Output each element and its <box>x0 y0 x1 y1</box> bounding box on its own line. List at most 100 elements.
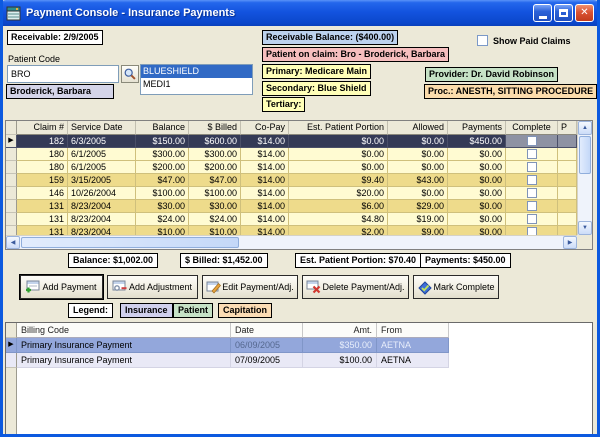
maximize-icon <box>559 9 568 17</box>
patient-code-input[interactable] <box>7 65 119 83</box>
titlebar[interactable]: Payment Console - Insurance Payments ✕ <box>0 0 600 26</box>
column-header-service-date[interactable]: Service Date <box>68 121 136 135</box>
cell-p <box>558 226 577 235</box>
complete-checkbox[interactable] <box>527 175 537 185</box>
claims-row[interactable]: 1806/1/2005$200.00$200.00$14.00$0.00$0.0… <box>6 161 592 174</box>
claims-row[interactable]: 1318/23/2004$10.00$10.00$14.00$2.00$9.00… <box>6 226 592 235</box>
cell-copay: $14.00 <box>241 174 289 187</box>
client-area: Receivable: 2/9/2005 Patient Code Broder… <box>3 26 597 434</box>
date-header[interactable]: Date <box>231 323 303 338</box>
cell-est: $0.00 <box>289 148 388 161</box>
show-paid-claims-checkbox[interactable] <box>477 35 488 46</box>
search-icon <box>123 67 137 81</box>
cell-balance: $30.00 <box>136 200 189 213</box>
insurance-listbox[interactable]: BLUESHIELDMEDI1 <box>140 64 253 95</box>
minimize-button[interactable] <box>533 4 552 22</box>
cell-complete <box>506 148 558 161</box>
row-selector <box>6 174 17 187</box>
patient-search-button[interactable] <box>121 65 139 83</box>
payments-table-header: Billing Code Date Amt. From <box>6 323 592 338</box>
cell-copay: $14.00 <box>241 135 289 148</box>
complete-checkbox[interactable] <box>527 149 537 159</box>
procedure-box: Proc.: ANESTH, SITTING PROCEDURE <box>424 84 597 99</box>
add-payment-button[interactable]: Add Payment <box>20 275 103 299</box>
payment-row[interactable]: ▶ Primary Insurance Payment 06/09/2005 $… <box>6 338 592 353</box>
cell-date: 6/3/2005 <box>68 135 136 148</box>
column-header-claim-[interactable]: Claim # <box>17 121 68 135</box>
cell-balance: $47.00 <box>136 174 189 187</box>
from-header[interactable]: From <box>377 323 449 338</box>
tertiary-insurance-box: Tertiary: <box>262 97 305 112</box>
row-selector <box>6 161 17 174</box>
edit-payment-button[interactable]: Edit Payment/Adj. <box>202 275 298 299</box>
maximize-button[interactable] <box>554 4 573 22</box>
patient-on-claim-box: Patient on claim: Bro - Broderick, Barba… <box>262 47 449 62</box>
scroll-left-button[interactable]: ◀ <box>6 236 20 249</box>
column-header--billed[interactable]: $ Billed <box>189 121 241 135</box>
claims-grid-body: ▶1826/3/2005$150.00$600.00$14.00$0.00$0.… <box>6 135 592 235</box>
claims-grid: Claim #Service DateBalance$ BilledCo-Pay… <box>5 120 593 250</box>
scroll-down-button[interactable]: ▼ <box>578 221 592 235</box>
complete-checkbox[interactable] <box>527 188 537 198</box>
cell-date: 6/1/2005 <box>68 148 136 161</box>
vertical-scroll-thumb[interactable] <box>579 136 591 174</box>
row-selector-header <box>6 323 17 338</box>
billing-code-header[interactable]: Billing Code <box>17 323 231 338</box>
cell-est: $0.00 <box>289 135 388 148</box>
claims-row[interactable]: ▶1826/3/2005$150.00$600.00$14.00$0.00$0.… <box>6 135 592 148</box>
summary-payments: Payments: $450.00 <box>420 253 511 268</box>
horizontal-scrollbar[interactable]: ◀ ▶ <box>6 235 577 249</box>
column-header-allowed[interactable]: Allowed <box>388 121 448 135</box>
row-selector <box>6 213 17 226</box>
insurance-plan-item[interactable]: BLUESHIELD <box>141 65 252 78</box>
claims-row[interactable]: 1593/15/2005$47.00$47.00$14.00$9.40$43.0… <box>6 174 592 187</box>
scroll-up-button[interactable]: ▲ <box>578 121 592 135</box>
cell-billed: $200.00 <box>189 161 241 174</box>
add-adjustment-button[interactable]: Add Adjustment <box>107 275 198 299</box>
secondary-insurance-box: Secondary: Blue Shield <box>262 81 371 96</box>
complete-checkbox[interactable] <box>527 162 537 172</box>
cell-allowed: $29.00 <box>388 200 448 213</box>
cell-p <box>558 174 577 187</box>
cell-payments: $0.00 <box>448 161 506 174</box>
column-header-payments[interactable]: Payments <box>448 121 506 135</box>
patient-name-box: Broderick, Barbara <box>6 84 114 99</box>
amt-header[interactable]: Amt. <box>303 323 377 338</box>
vertical-scrollbar[interactable]: ▲ ▼ <box>577 121 592 235</box>
payment-console-window: Payment Console - Insurance Payments ✕ R… <box>0 0 600 437</box>
claims-row[interactable]: 1318/23/2004$30.00$30.00$14.00$6.00$29.0… <box>6 200 592 213</box>
complete-checkbox[interactable] <box>527 227 537 235</box>
claims-row[interactable]: 1806/1/2005$300.00$300.00$14.00$0.00$0.0… <box>6 148 592 161</box>
complete-checkbox[interactable] <box>527 201 537 211</box>
complete-checkbox[interactable] <box>527 136 537 146</box>
cell-copay: $14.00 <box>241 148 289 161</box>
column-header-co-pay[interactable]: Co-Pay <box>241 121 289 135</box>
column-header-p[interactable]: P <box>558 121 577 135</box>
cell-claim: 146 <box>17 187 68 200</box>
column-header-est-patient-portion[interactable]: Est. Patient Portion <box>289 121 388 135</box>
legend-insurance: Insurance <box>120 303 173 318</box>
cell-complete <box>506 226 558 235</box>
cell-complete <box>506 187 558 200</box>
cell-billed: $100.00 <box>189 187 241 200</box>
insurance-plan-item[interactable]: MEDI1 <box>141 78 252 91</box>
complete-checkbox[interactable] <box>527 214 537 224</box>
cell-claim: 180 <box>17 161 68 174</box>
cell-balance: $10.00 <box>136 226 189 235</box>
claims-row[interactable]: 1318/23/2004$24.00$24.00$14.00$4.80$19.0… <box>6 213 592 226</box>
cell-allowed: $19.00 <box>388 213 448 226</box>
cell-complete <box>506 213 558 226</box>
cell-est: $9.40 <box>289 174 388 187</box>
claims-row[interactable]: 14610/26/2004$100.00$100.00$14.00$20.00$… <box>6 187 592 200</box>
column-header-balance[interactable]: Balance <box>136 121 189 135</box>
column-header-complete[interactable]: Complete <box>506 121 558 135</box>
delete-payment-button[interactable]: Delete Payment/Adj. <box>302 275 409 299</box>
scroll-right-button[interactable]: ▶ <box>563 236 577 249</box>
cell-payments: $0.00 <box>448 213 506 226</box>
payment-row[interactable]: Primary Insurance Payment 07/09/2005 $10… <box>6 353 592 368</box>
close-button[interactable]: ✕ <box>575 4 594 22</box>
row-selector-strip <box>6 368 17 434</box>
horizontal-scroll-thumb[interactable] <box>21 237 239 248</box>
mark-complete-button[interactable]: Mark Complete <box>413 275 499 299</box>
app-icon <box>6 6 21 21</box>
